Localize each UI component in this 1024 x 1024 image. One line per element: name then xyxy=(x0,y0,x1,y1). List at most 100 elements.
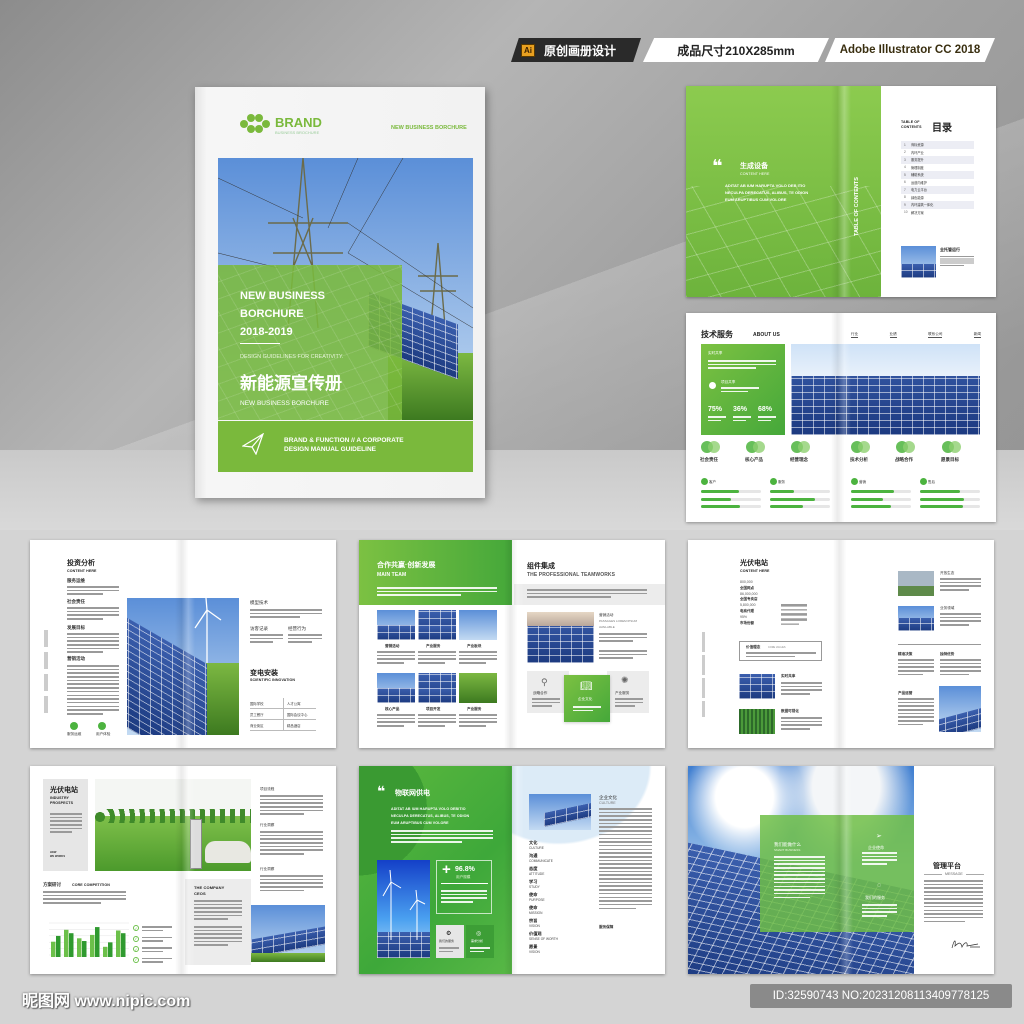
placeholder-line xyxy=(459,654,497,657)
placeholder-line xyxy=(67,593,104,595)
placeholder-line xyxy=(194,929,242,932)
placeholder-line xyxy=(67,647,119,650)
our-service-button[interactable]: ⚙ 我们的服务 xyxy=(436,925,464,958)
brochure-cover: BRAND BUSINESS BROCHURE NEW BUSINESS BOR… xyxy=(195,87,485,498)
text-placeholder-lines xyxy=(377,714,415,729)
check-icon: ✓ xyxy=(133,946,139,953)
section-title-en: CORE COMPETITION xyxy=(72,882,110,887)
toc-heading-cn: 目录 xyxy=(932,123,952,134)
toc-item[interactable]: 6 运道内维护 xyxy=(901,178,974,186)
text-placeholder-lines xyxy=(615,698,643,709)
stat-value: 96.8% xyxy=(455,866,475,873)
brand-subtitle: BUSINESS BROCHURE xyxy=(275,130,320,135)
toc-heading-en-1: TABLE OF xyxy=(901,120,920,124)
placeholder-line xyxy=(142,926,172,928)
placeholder-line xyxy=(260,875,323,877)
placeholder-line xyxy=(194,914,242,917)
placeholder-line xyxy=(940,256,974,257)
placeholder-line xyxy=(418,721,456,723)
toc-item[interactable]: 10 解决方案 xyxy=(901,208,974,216)
toc-item[interactable]: 9 内环建筑一体化 xyxy=(901,201,974,209)
station-item: 数据可视化 xyxy=(781,709,799,713)
text-placeholder-lines xyxy=(862,852,897,867)
toc-vertical-title: TABLE OF CONTENTS xyxy=(854,177,860,236)
placeholder-line xyxy=(67,701,119,704)
placeholder-line xyxy=(67,687,119,689)
toc-item[interactable]: 4 管理制度 xyxy=(901,163,974,171)
placeholder-line xyxy=(67,665,119,667)
placeholder-line xyxy=(194,926,242,928)
toc-item-label: 电力云平台 xyxy=(911,188,927,193)
box-strategy[interactable]: ⚲ 战略合作 xyxy=(527,671,569,713)
text-placeholder-lines xyxy=(418,651,456,666)
placeholder-line xyxy=(67,607,119,609)
core-values-box: 价值理念 CORE VALUES xyxy=(739,641,822,661)
box-label: 实时共享 xyxy=(708,351,723,355)
check-list: ✓ ✓ ✓ ✓ xyxy=(133,923,173,965)
value-item: 文化 CULTURE xyxy=(529,840,594,853)
text-placeholder-lines xyxy=(924,880,983,924)
toc-item-number: 1 xyxy=(904,142,906,147)
check-icon: ✓ xyxy=(133,925,139,932)
value-item: 使命 MISSION xyxy=(529,905,594,918)
placeholder-line xyxy=(940,589,969,591)
station-title: 光伏电站 xyxy=(740,560,768,567)
placeholder-line xyxy=(599,863,652,865)
text-placeholder-lines xyxy=(418,714,456,729)
text-placeholder-lines xyxy=(721,387,759,394)
placeholder-line xyxy=(940,257,974,259)
toc-item[interactable]: 5 辅助系统 xyxy=(901,171,974,179)
placeholder-line xyxy=(898,705,934,707)
box-culture[interactable]: 📖︎ 企业文化 xyxy=(564,675,610,722)
toc-item[interactable]: 7 电力云平台 xyxy=(901,186,974,194)
stat-value: 36% xyxy=(733,406,748,413)
placeholder-line xyxy=(67,610,119,613)
placeholder-line xyxy=(898,716,934,719)
nav-item[interactable]: 行业 xyxy=(851,332,859,338)
placeholder-line xyxy=(708,360,776,362)
toc-item-label: 商标资源 xyxy=(911,143,924,148)
toc-item[interactable]: 3 服务提升 xyxy=(901,156,974,164)
placeholder-line xyxy=(774,885,825,888)
ev-charging-photo xyxy=(95,779,251,871)
placeholder-line xyxy=(260,878,323,881)
placeholder-line xyxy=(418,662,445,664)
placeholder-line xyxy=(599,855,652,858)
placeholder-line xyxy=(781,618,807,621)
about-nav: 行业 业绩 联系公司 新闻 xyxy=(851,332,981,338)
placeholder-line xyxy=(599,907,637,910)
text-placeholder-lines xyxy=(142,926,172,933)
toc-item-label: 运道内维护 xyxy=(911,180,927,185)
placeholder-line xyxy=(459,717,497,720)
placeholder-line xyxy=(898,673,924,676)
placeholder-line xyxy=(260,853,305,855)
value-en: COMMUNICATE xyxy=(529,859,553,863)
placeholder-line xyxy=(194,944,228,947)
toc-item[interactable]: 2 内环产业 xyxy=(901,148,974,156)
iot-title: 物联网供电 xyxy=(395,790,430,797)
nav-item[interactable]: 新闻 xyxy=(973,332,981,338)
placeholder-line xyxy=(781,608,807,611)
quote-icon: ❝ xyxy=(712,156,723,176)
demand-analysis-button[interactable]: ◎ 需求分析 xyxy=(466,925,494,958)
placeholder-line xyxy=(898,723,924,726)
box-label: 战略合作 xyxy=(533,691,548,695)
toc-item[interactable]: 1 商标资源 xyxy=(901,141,974,149)
placeholder-line xyxy=(459,725,486,727)
lightbulb-icon: ✺ xyxy=(621,675,629,685)
nav-item[interactable]: 联系公司 xyxy=(928,332,943,338)
nav-item[interactable]: 业绩 xyxy=(889,332,897,338)
text-placeholder-lines xyxy=(940,659,981,677)
box-bulb[interactable]: ✺ 产业服务 xyxy=(607,671,649,713)
toc-item[interactable]: 8 绿色能源 xyxy=(901,193,974,201)
placeholder-line xyxy=(67,705,119,708)
table-cell: 国际会议中心 xyxy=(283,709,316,719)
progress-icon xyxy=(701,478,708,485)
placeholder-line xyxy=(67,651,104,654)
plus-icon: + xyxy=(442,861,451,878)
badge-software: Adobe Illustrator CC 2018 xyxy=(825,38,995,62)
placeholder-line xyxy=(781,623,800,626)
check-item: ✓ xyxy=(133,934,173,945)
text-placeholder-lines xyxy=(781,717,822,732)
right-label: 访客记录 xyxy=(250,626,268,631)
